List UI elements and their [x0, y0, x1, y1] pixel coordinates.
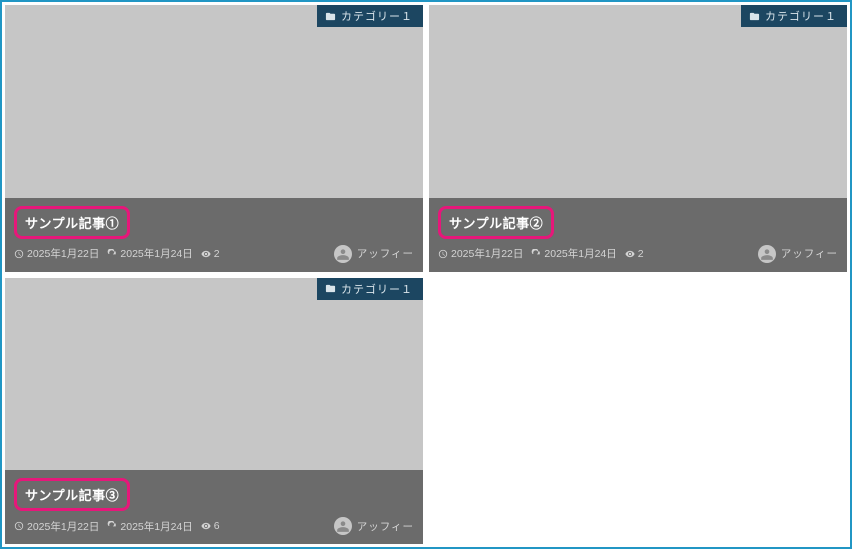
category-label: カテゴリー１: [765, 8, 837, 24]
post-meta: サンプル記事③ 2025年1月22日 2025年1月24日 6: [5, 470, 423, 544]
category-tag[interactable]: カテゴリー１: [317, 278, 423, 300]
clock-icon: [14, 249, 24, 259]
category-tag[interactable]: カテゴリー１: [741, 5, 847, 27]
meta-row: 2025年1月22日 2025年1月24日 2 アッフィー: [14, 245, 414, 263]
view-count: 6: [201, 520, 220, 532]
post-card[interactable]: カテゴリー１ サンプル記事② 2025年1月22日 2025年1月24日: [429, 5, 847, 272]
person-icon: [760, 247, 774, 261]
post-meta: サンプル記事① 2025年1月22日 2025年1月24日 2: [5, 198, 423, 272]
post-thumbnail: カテゴリー１: [5, 278, 423, 471]
updated-date: 2025年1月24日: [107, 519, 192, 534]
eye-icon: [201, 521, 211, 531]
post-title[interactable]: サンプル記事①: [14, 206, 130, 239]
post-thumbnail: カテゴリー１: [429, 5, 847, 198]
post-author[interactable]: アッフィー: [334, 245, 414, 263]
updated-date: 2025年1月24日: [107, 246, 192, 261]
post-thumbnail: カテゴリー１: [5, 5, 423, 198]
view-count: 2: [201, 248, 220, 260]
clock-icon: [14, 521, 24, 531]
posted-date: 2025年1月22日: [14, 246, 99, 261]
eye-icon: [625, 249, 635, 259]
post-stats: 2025年1月22日 2025年1月24日 6: [14, 519, 224, 534]
refresh-icon: [107, 249, 117, 259]
empty-slot: [429, 278, 847, 545]
author-name: アッフィー: [357, 519, 414, 534]
posted-date: 2025年1月22日: [438, 246, 523, 261]
category-label: カテゴリー１: [341, 8, 413, 24]
meta-row: 2025年1月22日 2025年1月24日 2 アッフィー: [438, 245, 838, 263]
avatar: [334, 517, 352, 535]
clock-icon: [438, 249, 448, 259]
post-stats: 2025年1月22日 2025年1月24日 2: [438, 246, 648, 261]
refresh-icon: [531, 249, 541, 259]
post-title[interactable]: サンプル記事②: [438, 206, 554, 239]
avatar: [334, 245, 352, 263]
person-icon: [336, 247, 350, 261]
folder-icon: [325, 283, 336, 294]
post-card[interactable]: カテゴリー１ サンプル記事① 2025年1月22日 2025年1月24日: [5, 5, 423, 272]
folder-icon: [749, 11, 760, 22]
author-name: アッフィー: [781, 246, 838, 261]
view-count: 2: [625, 248, 644, 260]
author-name: アッフィー: [357, 246, 414, 261]
category-label: カテゴリー１: [341, 281, 413, 297]
post-meta: サンプル記事② 2025年1月22日 2025年1月24日 2: [429, 198, 847, 272]
posted-date: 2025年1月22日: [14, 519, 99, 534]
post-title[interactable]: サンプル記事③: [14, 478, 130, 511]
refresh-icon: [107, 521, 117, 531]
person-icon: [336, 519, 350, 533]
category-tag[interactable]: カテゴリー１: [317, 5, 423, 27]
avatar: [758, 245, 776, 263]
eye-icon: [201, 249, 211, 259]
folder-icon: [325, 11, 336, 22]
card-grid: カテゴリー１ サンプル記事① 2025年1月22日 2025年1月24日: [0, 0, 852, 549]
updated-date: 2025年1月24日: [531, 246, 616, 261]
post-author[interactable]: アッフィー: [758, 245, 838, 263]
post-author[interactable]: アッフィー: [334, 517, 414, 535]
post-stats: 2025年1月22日 2025年1月24日 2: [14, 246, 224, 261]
meta-row: 2025年1月22日 2025年1月24日 6 アッフィー: [14, 517, 414, 535]
post-card[interactable]: カテゴリー１ サンプル記事③ 2025年1月22日 2025年1月24日: [5, 278, 423, 545]
